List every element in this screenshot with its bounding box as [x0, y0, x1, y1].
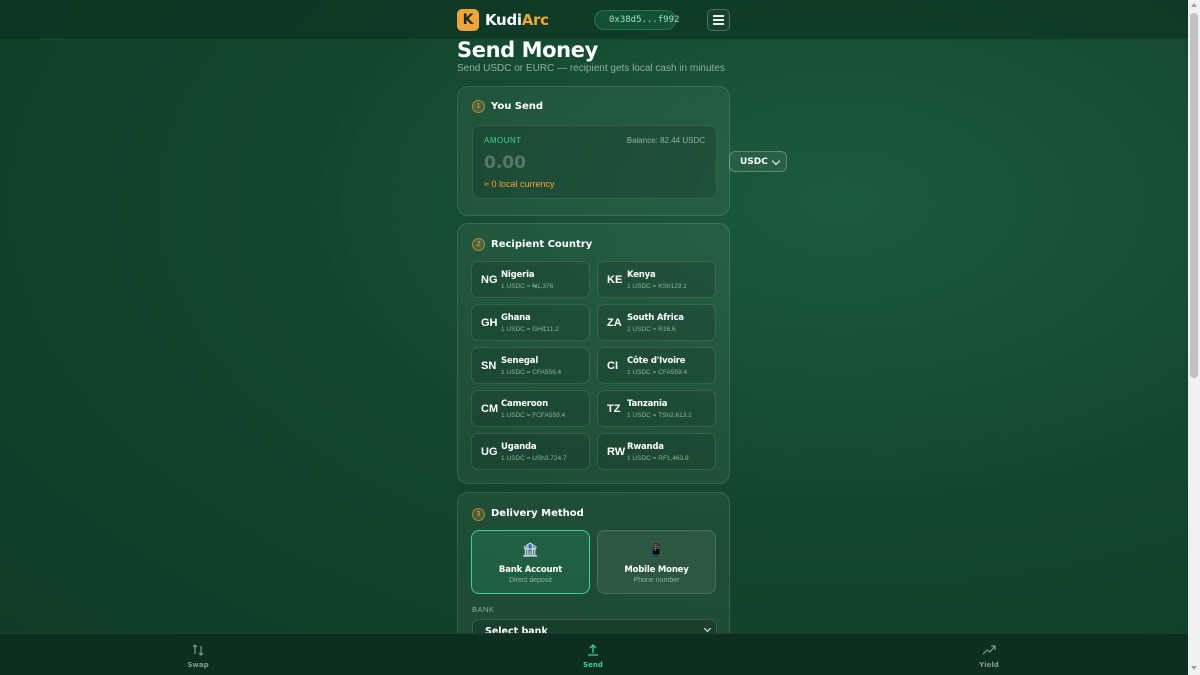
- nav-send[interactable]: Send: [563, 634, 623, 675]
- country-option-za[interactable]: ZA South Africa 1 USDC = R16.6: [597, 304, 716, 341]
- hamburger-icon-bar: [713, 23, 724, 25]
- menu-button[interactable]: [707, 9, 730, 31]
- logo-letter: K: [462, 12, 474, 28]
- method-title: Bank Account: [498, 565, 563, 575]
- you-send-card: 1 You Send AMOUNT Balance: 82.44 USDC ≈ …: [457, 86, 730, 216]
- country-option-ci[interactable]: CI Côte d'Ivoire 1 USDC = CFA559.4: [597, 347, 716, 384]
- amount-input[interactable]: [484, 152, 634, 174]
- country-name: Côte d'Ivoire: [627, 356, 686, 366]
- brand-name[interactable]: KudiArc: [485, 11, 549, 29]
- wallet-address: 0x38d5...f992: [609, 15, 680, 25]
- nav-label: Swap: [187, 661, 209, 669]
- amount-box: AMOUNT Balance: 82.44 USDC ≈ 0 local cur…: [472, 125, 717, 199]
- country-code: ZA: [607, 317, 622, 329]
- currency-select[interactable]: USDC: [729, 151, 787, 172]
- country-code: TZ: [607, 403, 621, 415]
- country-name: South Africa: [627, 313, 684, 323]
- amount-label: AMOUNT: [484, 136, 522, 145]
- country-option-cm[interactable]: CM Cameroon 1 USDC = FCFA559.4: [471, 390, 590, 427]
- country-name: Nigeria: [501, 270, 535, 280]
- trending-up-icon: [982, 645, 996, 655]
- step-badge: 3: [472, 508, 485, 521]
- country-name: Uganda: [501, 442, 537, 452]
- nav-label: Yield: [979, 661, 999, 669]
- country-name: Tanzania: [627, 399, 668, 409]
- exchange-rate: 1 USDC = ₦1,376: [501, 283, 554, 290]
- method-title: Mobile Money: [624, 565, 689, 575]
- delivery-bank-account[interactable]: 🏦 Bank Account Direct deposit: [471, 530, 590, 594]
- exchange-rate: 1 USDC = CFA559.4: [501, 369, 562, 376]
- nav-label: Send: [583, 661, 603, 669]
- country-code: CI: [607, 360, 618, 372]
- exchange-rate: 1 USDC = GH₵11.2: [501, 326, 559, 333]
- country-name: Ghana: [501, 313, 531, 323]
- country-code: KE: [607, 274, 623, 286]
- country-option-ke[interactable]: KE Kenya 1 USDC = KSh129.1: [597, 261, 716, 298]
- recipient-country-card: 2 Recipient Country NG Nigeria 1 USDC = ₦1…: [457, 223, 730, 484]
- country-option-gh[interactable]: GH Ghana 1 USDC = GH₵11.2: [471, 304, 590, 341]
- country-code: GH: [481, 317, 498, 329]
- country-option-sn[interactable]: SN Senegal 1 USDC = CFA559.4: [471, 347, 590, 384]
- delivery-mobile-money[interactable]: 📱 Mobile Money Phone number: [597, 530, 716, 594]
- nav-yield[interactable]: Yield: [959, 634, 1019, 675]
- nav-swap[interactable]: Swap: [168, 634, 228, 675]
- page-subtitle: Send USDC or EURC — recipient gets local…: [457, 63, 725, 74]
- country-code: SN: [481, 360, 497, 372]
- exchange-rate: 1 USDC = KSh129.1: [627, 283, 687, 290]
- scroll-down-arrow-icon[interactable]: [1191, 666, 1197, 670]
- method-subtitle: Direct deposit: [509, 577, 552, 584]
- country-option-ng[interactable]: NG Nigeria 1 USDC = ₦1,376: [471, 261, 590, 298]
- scroll-up-arrow-icon[interactable]: [1191, 3, 1197, 7]
- exchange-rate: 1 USDC = FCFA559.4: [501, 412, 566, 419]
- step-badge: 1: [472, 100, 485, 113]
- exchange-rate: 1 USDC = CFA559.4: [627, 369, 688, 376]
- scroll-thumb[interactable]: [1190, 13, 1198, 378]
- country-code: RW: [607, 446, 626, 458]
- country-name: Kenya: [627, 270, 656, 280]
- bottom-nav: Swap Send Yield: [0, 633, 1188, 675]
- hamburger-icon: [713, 15, 724, 17]
- bank-icon: 🏦: [522, 542, 539, 557]
- local-currency-estimate: ≈ 0 local currency: [484, 179, 555, 189]
- step-badge: 2: [472, 238, 485, 251]
- country-name: Rwanda: [627, 442, 664, 452]
- page-scrollbar[interactable]: [1188, 0, 1200, 675]
- card-title: Recipient Country: [491, 239, 593, 250]
- bank-label: BANK: [472, 605, 495, 614]
- chevron-down-icon: [771, 156, 781, 166]
- phone-icon: 📱: [648, 542, 665, 557]
- country-option-rw[interactable]: RW Rwanda 1 USDC = RF1,463.8: [597, 433, 716, 470]
- exchange-rate: 1 USDC = R16.6: [627, 326, 676, 333]
- brand-name-part1: Kudi: [485, 11, 522, 29]
- page-title: Send Money: [457, 38, 598, 62]
- brand-name-part2: Arc: [521, 11, 549, 29]
- chevron-down-icon: [703, 624, 712, 633]
- card-title: You Send: [491, 101, 544, 112]
- top-bar: K KudiArc 0x38d5...f992: [0, 0, 1188, 40]
- currency-value: USDC: [740, 156, 768, 167]
- country-code: CM: [481, 403, 499, 415]
- country-name: Senegal: [501, 356, 539, 366]
- hamburger-icon-bar: [713, 19, 724, 21]
- country-code: UG: [481, 446, 498, 458]
- logo-icon[interactable]: K: [457, 9, 479, 31]
- country-code: NG: [481, 274, 498, 286]
- country-option-tz[interactable]: TZ Tanzania 1 USDC = TSh2,613.1: [597, 390, 716, 427]
- send-icon: [588, 644, 598, 656]
- exchange-rate: 1 USDC = TSh2,613.1: [627, 412, 692, 419]
- swap-icon: [192, 644, 204, 656]
- country-name: Cameroon: [501, 399, 548, 409]
- exchange-rate: 1 USDC = USh3,724.7: [501, 455, 567, 462]
- balance-label: Balance: 82.44 USDC: [626, 136, 705, 145]
- exchange-rate: 1 USDC = RF1,463.8: [627, 455, 689, 462]
- method-subtitle: Phone number: [633, 577, 680, 584]
- country-option-ug[interactable]: UG Uganda 1 USDC = USh3,724.7: [471, 433, 590, 470]
- card-title: Delivery Method: [491, 508, 584, 519]
- wallet-address-button[interactable]: 0x38d5...f992: [594, 10, 680, 30]
